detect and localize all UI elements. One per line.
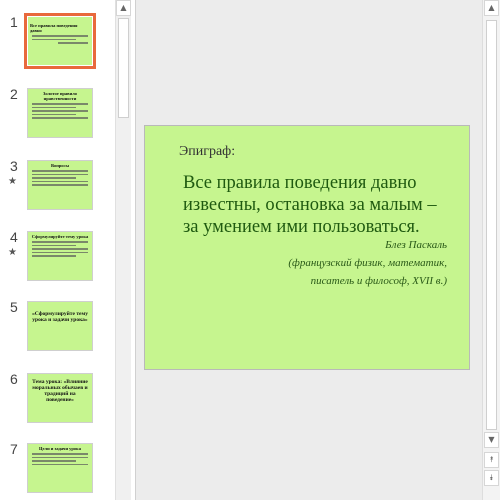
scroll-down-button[interactable]: ▼ [484, 432, 499, 448]
slide-thumbnail-7[interactable]: Цели и задачи урока [27, 443, 93, 493]
slide-thumbnail-pane: 1 Все правила поведения давно 2 Золотое … [0, 0, 115, 500]
thumbnail-row-5[interactable]: 5 «Сформулируйте тему урока и задачи уро… [0, 299, 115, 359]
slide-number: 4 [10, 229, 18, 245]
thumbnail-row-3[interactable]: 3 ★ Вопросы [0, 158, 115, 218]
next-slide-button[interactable]: ⯯ [484, 470, 499, 486]
slide-thumbnail-5[interactable]: «Сформулируйте тему урока и задачи урока… [27, 301, 93, 351]
thumbnail-title: Золотое правило нравственности [43, 91, 77, 101]
slide-thumbnail-2[interactable]: Золотое правило нравственности [27, 88, 93, 138]
slide-thumbnail-6[interactable]: Тема урока: «Влияние моральных обычаев и… [27, 373, 93, 423]
slide-number: 7 [10, 441, 18, 457]
thumbnail-row-7[interactable]: 7 Цели и задачи урока [0, 441, 115, 501]
thumbnail-title: Все правила поведения давно [30, 23, 78, 33]
thumbnail-row-6[interactable]: 6 Тема урока: «Влияние моральных обычаев… [0, 371, 115, 431]
author-attribution[interactable]: Блез Паскаль (французский физик, математ… [247, 236, 447, 290]
thumbnail-row-4[interactable]: 4 ★ Сформулируйте тему урока [0, 229, 115, 289]
scroll-up-button[interactable]: ▲ [116, 0, 131, 16]
thumbnail-title: Вопросы [50, 163, 70, 168]
editor-scrollbar[interactable]: ▲ ▼ ⯭ ⯯ [482, 0, 500, 500]
slide-thumbnail-1[interactable]: Все правила поведения давно [24, 13, 96, 69]
thumbnail-scrollbar[interactable]: ▲ [115, 0, 131, 500]
current-slide[interactable]: Эпиграф: Все правила поведения давно изв… [144, 125, 470, 370]
animation-star-icon: ★ [8, 247, 17, 258]
thumbnail-row-2[interactable]: 2 Золотое правило нравственности [0, 86, 115, 146]
epigraph-quote[interactable]: Все правила поведения давно известны, ос… [183, 172, 453, 238]
animation-star-icon: ★ [8, 176, 17, 187]
thumbnail-title: «Сформулируйте тему урока и задачи урока… [32, 311, 88, 323]
thumbnail-row-1[interactable]: 1 Все правила поведения давно [0, 13, 115, 74]
author-description: (французский физик, математик, писатель … [288, 257, 447, 287]
slide-thumbnail-3[interactable]: Вопросы [27, 160, 93, 210]
slide-number: 1 [10, 14, 18, 30]
scroll-up-button[interactable]: ▲ [484, 0, 499, 16]
slide-thumbnail-4[interactable]: Сформулируйте тему урока [27, 231, 93, 281]
slide-number: 3 [10, 158, 18, 174]
slide-number: 2 [10, 86, 18, 102]
epigraph-label[interactable]: Эпиграф: [179, 144, 235, 160]
slide-number: 6 [10, 371, 18, 387]
author-name: Блез Паскаль [385, 239, 447, 251]
previous-slide-button[interactable]: ⯭ [484, 452, 499, 468]
thumbnail-title: Цели и задачи урока [39, 446, 81, 451]
thumbnail-title: Сформулируйте тему урока [31, 234, 89, 239]
scrollbar-thumb[interactable] [486, 20, 497, 430]
scrollbar-thumb[interactable] [118, 18, 129, 118]
slide-editor: Эпиграф: Все правила поведения давно изв… [136, 0, 482, 500]
thumbnail-title: Тема урока: «Влияние моральных обычаев и… [32, 379, 88, 403]
slide-number: 5 [10, 299, 18, 315]
